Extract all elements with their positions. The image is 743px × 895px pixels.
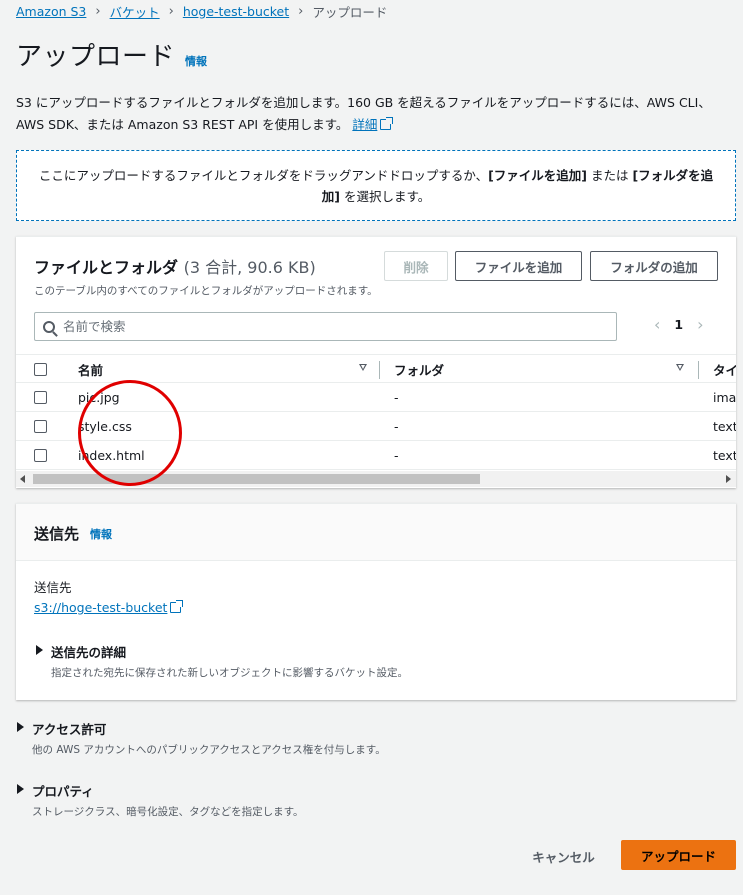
external-link-icon xyxy=(170,600,184,613)
drop-zone-text-before: ここにアップロードするファイルとフォルダをドラッグアンドドロップするか、 xyxy=(38,167,489,183)
column-header-folder[interactable]: フォルダ xyxy=(394,355,444,383)
expander-description: ストレージクラス、暗号化設定、タグなどを指定します。 xyxy=(32,806,304,818)
expander-description: 指定された宛先に保存された新しいオブジェクトに影響するバケット設定。 xyxy=(51,667,408,679)
drop-zone-text: ここにアップロードするファイルとフォルダをドラッグアンドドロップするか、[ファイ… xyxy=(35,165,717,207)
table-header: 名前 フォルダ タイプ xyxy=(16,354,736,383)
expander-content: アクセス許可 他の AWS アカウントへのパブリックアクセスとアクセス権を付与し… xyxy=(32,719,386,757)
drop-zone-text-after: を選択します。 xyxy=(339,188,431,204)
breadcrumb: Amazon S3 › バケット › hoge-test-bucket › アッ… xyxy=(16,2,387,21)
properties-expander[interactable]: プロパティ ストレージクラス、暗号化設定、タグなどを指定します。 xyxy=(17,781,304,819)
sort-icon[interactable] xyxy=(676,364,684,371)
caret-right-icon xyxy=(36,645,43,655)
drop-zone-middle: または xyxy=(587,167,633,183)
row-checkbox-cell xyxy=(34,441,47,469)
drop-zone[interactable]: ここにアップロードするファイルとフォルダをドラッグアンドドロップするか、[ファイ… xyxy=(16,150,736,221)
destination-title: 送信先 xyxy=(34,525,80,543)
details-link-label: 詳細 xyxy=(352,117,378,132)
breadcrumb-current: アップロード xyxy=(312,5,388,20)
info-link[interactable]: 情報 xyxy=(185,53,207,69)
chevron-right-icon: › xyxy=(95,4,101,19)
select-all-checkbox[interactable] xyxy=(34,362,47,376)
drop-zone-add-files: [ファイルを追加] xyxy=(488,167,588,183)
row-checkbox[interactable] xyxy=(34,448,47,462)
external-link-icon xyxy=(380,117,394,130)
caret-right-icon xyxy=(17,722,24,732)
page-title: アップロード xyxy=(16,42,176,72)
destination-label: 送信先 xyxy=(34,580,72,595)
expander-content: プロパティ ストレージクラス、暗号化設定、タグなどを指定します。 xyxy=(32,781,304,819)
row-checkbox-cell xyxy=(34,383,47,411)
access-expander[interactable]: アクセス許可 他の AWS アカウントへのパブリックアクセスとアクセス権を付与し… xyxy=(17,719,386,757)
files-subtitle: このテーブル内のすべてのファイルとフォルダがアップロードされます。 xyxy=(34,285,378,297)
expander-title: プロパティ xyxy=(32,784,94,799)
caret-right-icon xyxy=(17,784,24,794)
destination-link[interactable]: s3://hoge-test-bucket xyxy=(34,600,167,615)
add-files-button[interactable]: ファイルを追加 xyxy=(455,251,582,281)
page-description: S3 にアップロードするファイルとフォルダを追加します。160 GB を超えるフ… xyxy=(16,92,738,136)
file-type: text/css xyxy=(713,418,736,434)
destination-link-wrap: s3://hoge-test-bucket xyxy=(34,600,184,615)
column-header-name[interactable]: 名前 xyxy=(78,355,103,383)
file-type: text/html xyxy=(713,447,736,463)
delete-button[interactable]: 削除 xyxy=(384,251,448,281)
scroll-left-arrow-icon[interactable] xyxy=(20,475,25,483)
sort-icon[interactable] xyxy=(359,364,367,371)
page-header: アップロード 情報 xyxy=(16,36,207,73)
column-header-type[interactable]: タイプ xyxy=(713,355,736,383)
destination-details-expander[interactable]: 送信先の詳細 指定された宛先に保存された新しいオブジェクトに影響するバケット設定… xyxy=(36,642,408,680)
chevron-right-icon[interactable]: › xyxy=(697,315,703,334)
files-heading-title: ファイルとフォルダ xyxy=(34,258,179,277)
cancel-button[interactable]: キャンセル xyxy=(516,842,611,870)
row-checkbox[interactable] xyxy=(34,419,47,433)
add-folder-button[interactable]: フォルダの追加 xyxy=(590,251,718,281)
file-folder: - xyxy=(394,447,399,463)
files-count: (3 合計, 90.6 KB) xyxy=(183,258,316,277)
breadcrumb-bucket[interactable]: hoge-test-bucket xyxy=(183,4,289,19)
breadcrumb-amazon-s3[interactable]: Amazon S3 xyxy=(16,4,86,19)
destination-panel: 送信先 情報 送信先 s3://hoge-test-bucket 送信先の詳細 … xyxy=(16,503,736,700)
expander-title: 送信先の詳細 xyxy=(51,645,127,660)
select-all-cell xyxy=(34,355,47,383)
file-folder: - xyxy=(394,418,399,434)
column-divider[interactable] xyxy=(379,361,380,379)
annotation-circle xyxy=(78,380,182,486)
chevron-right-icon: › xyxy=(168,4,174,19)
upload-button[interactable]: アップロード xyxy=(621,840,736,870)
breadcrumb-buckets[interactable]: バケット xyxy=(110,2,160,21)
column-divider[interactable] xyxy=(698,361,699,379)
row-checkbox-cell xyxy=(34,412,47,440)
file-folder: - xyxy=(394,389,399,405)
destination-header: 送信先 情報 xyxy=(16,504,736,561)
files-heading: ファイルとフォルダ (3 合計, 90.6 KB) xyxy=(34,254,316,278)
row-checkbox[interactable] xyxy=(34,390,47,404)
scroll-right-arrow-icon[interactable] xyxy=(726,475,731,483)
chevron-right-icon: › xyxy=(298,4,304,19)
search-box xyxy=(34,312,617,341)
details-link[interactable]: 詳細 xyxy=(352,117,377,132)
expander-content: 送信先の詳細 指定された宛先に保存された新しいオブジェクトに影響するバケット設定… xyxy=(51,642,408,680)
file-type: image/jpeg xyxy=(713,389,736,405)
page-number[interactable]: 1 xyxy=(674,317,683,332)
pagination: ‹ 1 › xyxy=(654,315,704,334)
expander-description: 他の AWS アカウントへのパブリックアクセスとアクセス権を付与します。 xyxy=(32,744,386,756)
search-icon xyxy=(43,320,55,333)
chevron-left-icon[interactable]: ‹ xyxy=(654,315,660,334)
destination-info-link[interactable]: 情報 xyxy=(90,526,112,542)
search-input[interactable] xyxy=(63,319,563,334)
expander-title: アクセス許可 xyxy=(32,722,107,737)
